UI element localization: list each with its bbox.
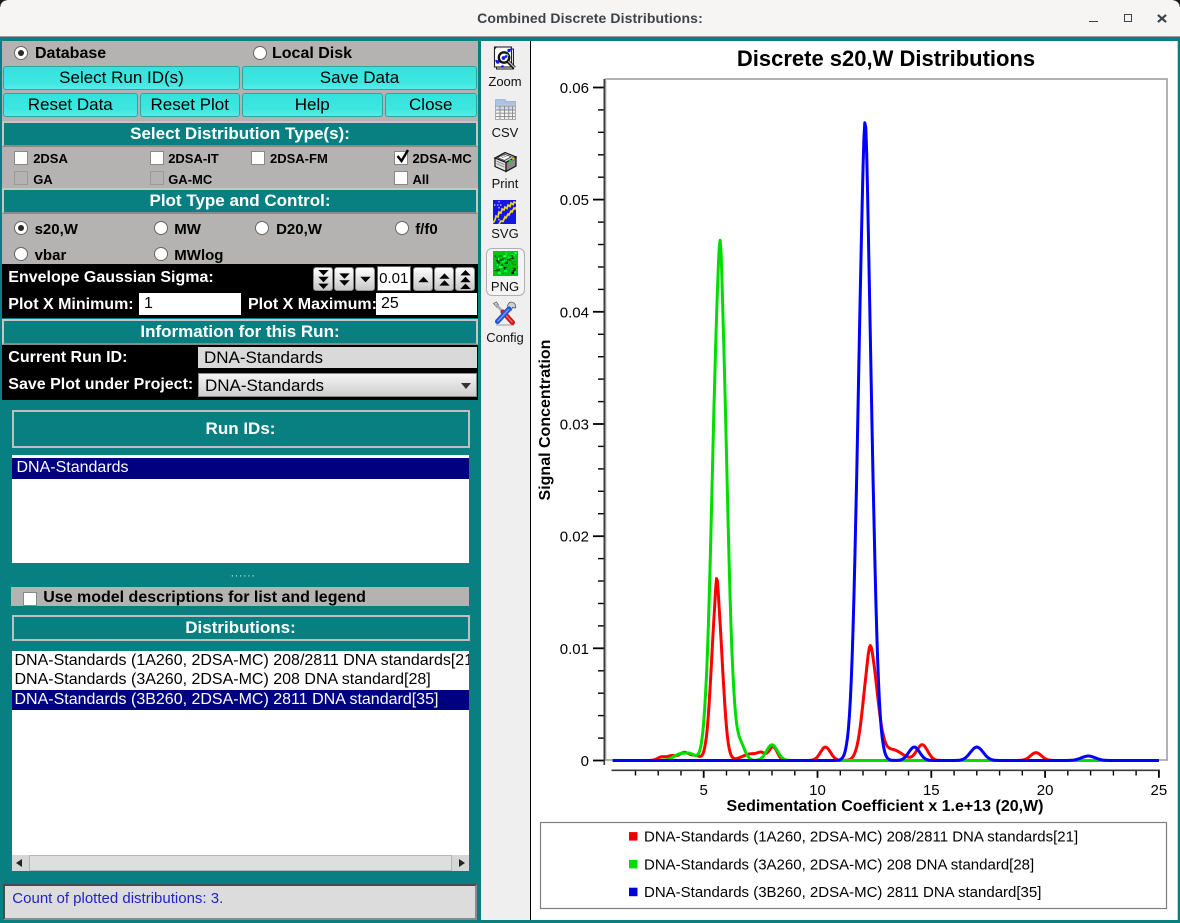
svg-text:Sedimentation Coefficient x 1.: Sedimentation Coefficient x 1.e+13 (20,W… <box>727 798 1044 815</box>
svg-text:15: 15 <box>923 782 940 799</box>
svg-text:5: 5 <box>700 782 708 799</box>
svg-text:DNA-Standards (1A260, 2DSA-MC): DNA-Standards (1A260, 2DSA-MC) 208/2811 … <box>644 829 1078 846</box>
svg-text:0.02: 0.02 <box>560 529 589 546</box>
svg-text:0.05: 0.05 <box>560 192 589 209</box>
svg-text:0.06: 0.06 <box>560 80 589 97</box>
svg-text:Discrete s20,W Distributions: Discrete s20,W Distributions <box>737 46 1035 71</box>
svg-text:25: 25 <box>1151 782 1168 799</box>
svg-text:0.04: 0.04 <box>560 304 589 321</box>
svg-text:10: 10 <box>809 782 826 799</box>
svg-text:DNA-Standards (3A260, 2DSA-MC): DNA-Standards (3A260, 2DSA-MC) 208 DNA s… <box>644 856 1034 873</box>
svg-text:20: 20 <box>1037 782 1054 799</box>
svg-text:0: 0 <box>581 753 589 770</box>
svg-text:DNA-Standards (3B260, 2DSA-MC): DNA-Standards (3B260, 2DSA-MC) 2811 DNA … <box>644 884 1041 901</box>
svg-text:0.01: 0.01 <box>560 641 589 658</box>
svg-text:Signal Concentration: Signal Concentration <box>537 340 554 501</box>
svg-text:0.03: 0.03 <box>560 417 589 434</box>
